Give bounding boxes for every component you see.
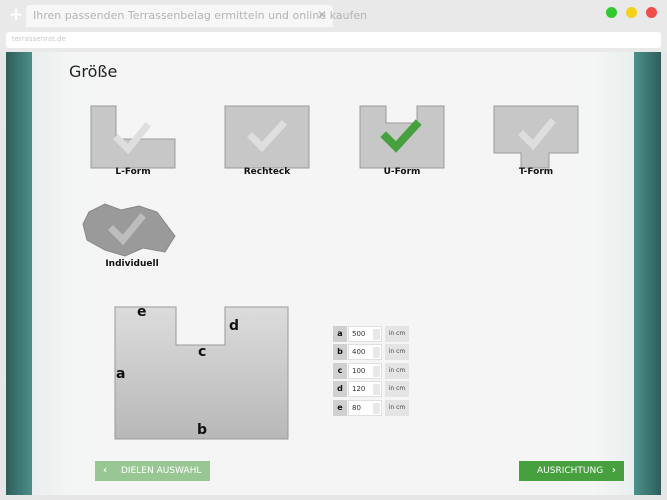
dimension-b-input[interactable]: 400 <box>348 344 382 360</box>
minimize-button[interactable] <box>626 7 637 18</box>
maximize-button[interactable] <box>606 7 617 18</box>
dimension-c-input[interactable]: 100 <box>348 363 382 379</box>
dimension-unit: in cm <box>385 363 409 379</box>
chevron-right-icon: › <box>611 465 616 476</box>
content-panel: Größe L-Form Rechteck U-Form T-Form Indi… <box>32 52 634 495</box>
diagram-label-e: e <box>137 304 147 320</box>
ausrichtung-button[interactable]: AUSRICHTUNG › <box>519 461 624 481</box>
shape-option-rechteck[interactable]: Rechteck <box>224 105 310 177</box>
window-controls <box>606 7 657 18</box>
dimension-a-input[interactable]: 500 <box>348 326 382 342</box>
spinner-icon[interactable] <box>373 384 380 395</box>
dielen-auswahl-button[interactable]: ‹ DIELEN AUSWAHL <box>95 461 210 481</box>
browser-tab[interactable]: Ihren passenden Terrassenbelag ermitteln… <box>26 5 367 27</box>
url-text: terrassenrat.de <box>12 35 66 43</box>
dimension-key: e <box>333 400 347 416</box>
back-button-label: DIELEN AUSWAHL <box>121 466 202 476</box>
individual-shape-icon <box>82 203 176 257</box>
dimension-e-input[interactable]: 80 <box>348 400 382 416</box>
diagram-label-c: c <box>198 344 207 360</box>
shape-label: Individuell <box>105 259 159 269</box>
dimension-key: b <box>333 344 347 360</box>
dimension-unit: in cm <box>385 344 409 360</box>
shape-option-l-form[interactable]: L-Form <box>90 105 176 177</box>
dimension-key: d <box>333 381 347 397</box>
shape-label: L-Form <box>115 167 151 177</box>
dimension-unit: in cm <box>385 381 409 397</box>
browser-chrome: + Ihren passenden Terrassenbelag ermitte… <box>0 0 667 52</box>
dimension-unit: in cm <box>385 400 409 416</box>
spinner-icon[interactable] <box>373 366 380 377</box>
dimension-unit: in cm <box>385 326 409 342</box>
shape-label: U-Form <box>383 167 421 177</box>
close-tab-icon[interactable]: ✕ <box>317 8 327 22</box>
dimension-key: a <box>333 326 347 342</box>
shape-option-u-form[interactable]: U-Form <box>359 105 445 177</box>
page-background: Größe L-Form Rechteck U-Form T-Form Indi… <box>6 52 661 495</box>
diagram-label-b: b <box>197 422 208 438</box>
spinner-icon[interactable] <box>373 329 380 340</box>
rectangle-icon <box>224 105 310 169</box>
spinner-icon[interactable] <box>373 347 380 358</box>
shape-diagram: e d c a b <box>112 304 292 449</box>
dimension-d-input[interactable]: 120 <box>348 381 382 397</box>
spinner-icon[interactable] <box>373 403 380 414</box>
l-form-icon <box>90 105 176 169</box>
shape-label: T-Form <box>518 167 554 177</box>
u-form-icon <box>359 105 445 169</box>
new-tab-button[interactable]: + <box>7 6 25 24</box>
address-bar[interactable]: terrassenrat.de <box>6 32 661 48</box>
diagram-label-d: d <box>229 318 240 334</box>
dimension-key: c <box>333 363 347 379</box>
shape-option-individuell[interactable]: Individuell <box>81 202 181 269</box>
shape-label: Rechteck <box>243 167 291 177</box>
page-title: Größe <box>69 62 118 81</box>
close-window-button[interactable] <box>646 7 657 18</box>
diagram-label-a: a <box>116 366 126 382</box>
chevron-left-icon: ‹ <box>103 465 108 476</box>
t-form-icon <box>493 105 579 169</box>
next-button-label: AUSRICHTUNG <box>537 466 604 476</box>
shape-option-t-form[interactable]: T-Form <box>493 105 579 177</box>
